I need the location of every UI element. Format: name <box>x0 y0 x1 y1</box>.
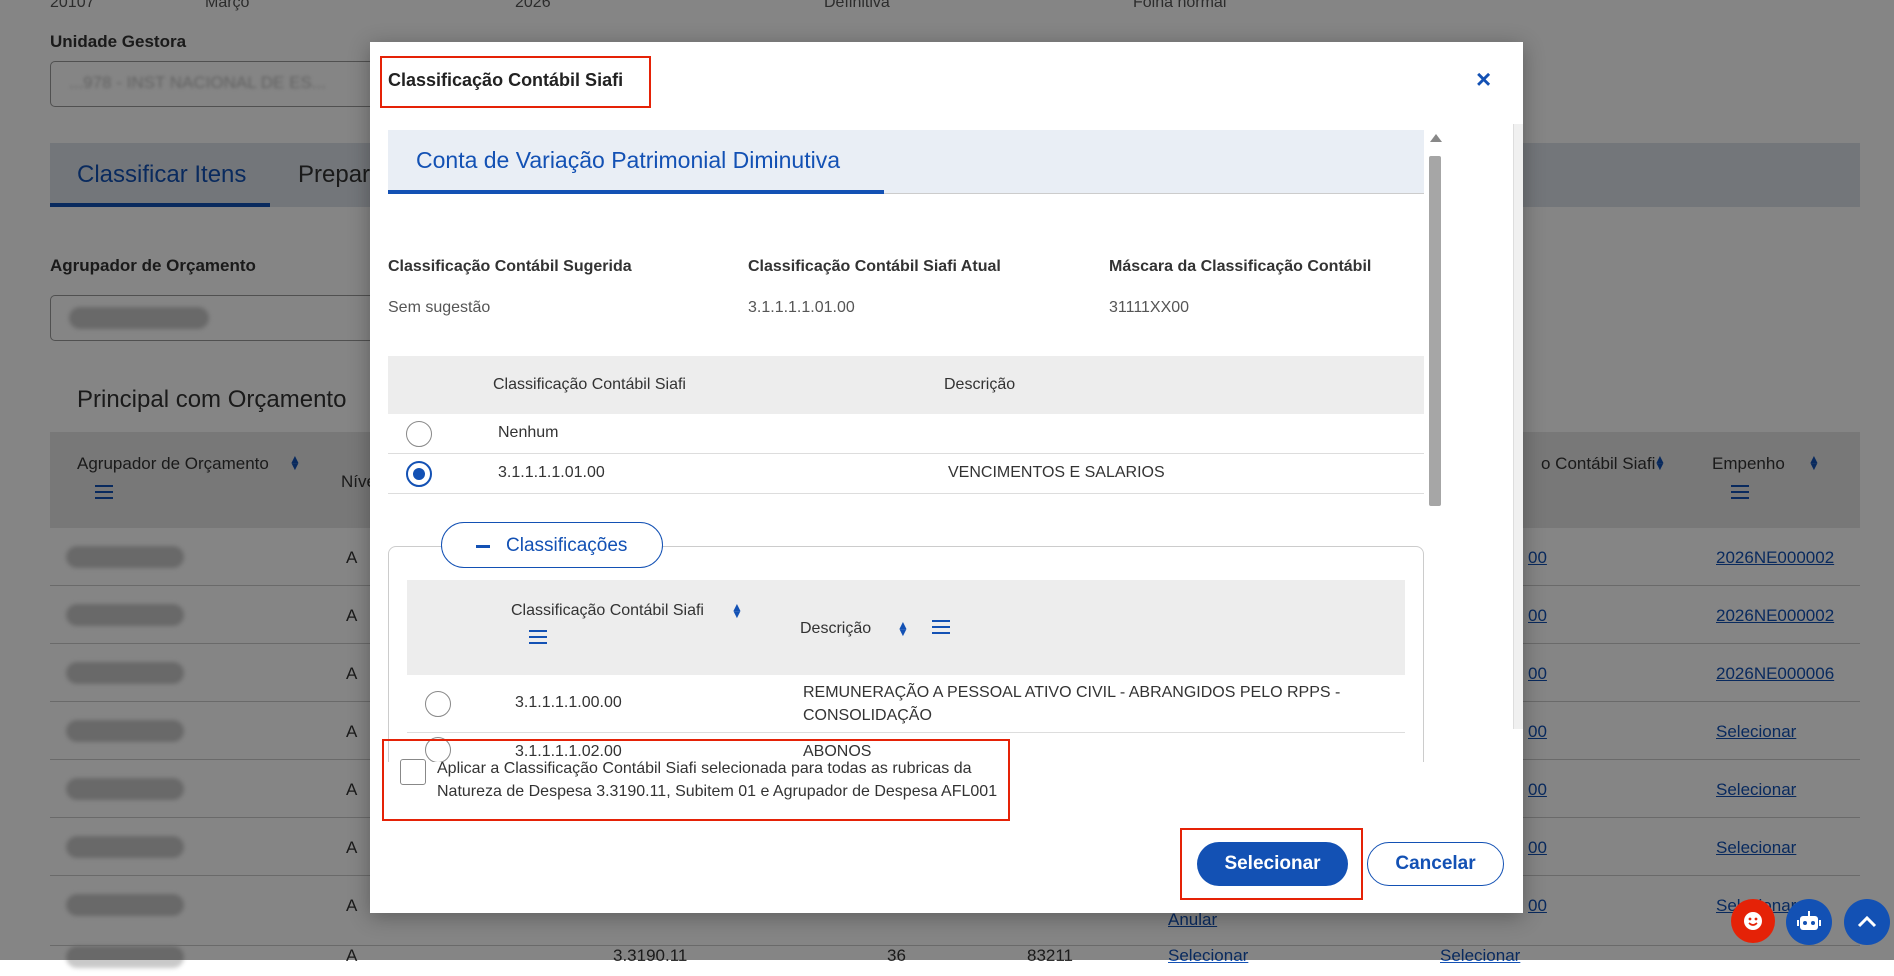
apply-all-checkbox[interactable] <box>400 759 426 785</box>
code-cell: 3.1.1.1.1.01.00 <box>498 464 605 481</box>
classificacao-table-header: Classificação Contábil Siafi Descrição <box>388 356 1424 414</box>
info-label-sugerida: Classificação Contábil Sugerida <box>388 258 632 275</box>
desc-cell: VENCIMENTOS E SALARIOS <box>948 464 1165 481</box>
modal-scroll-track <box>1513 124 1523 729</box>
code-cell: 3.1.1.1.1.00.00 <box>515 694 622 711</box>
smile-icon <box>1744 912 1762 930</box>
scrollbar[interactable] <box>1428 134 1442 758</box>
modal-title: Classificação Contábil Siafi <box>388 70 624 90</box>
cancelar-button[interactable]: Cancelar <box>1367 842 1504 886</box>
apply-all-label: Aplicar a Classificação Contábil Siafi s… <box>437 760 998 800</box>
tab-title: Conta de Variação Patrimonial Diminutiva <box>416 147 840 173</box>
desc-cell: REMUNERAÇÃO A PESSOAL ATIVO CIVIL - ABRA… <box>803 684 1341 724</box>
table-row[interactable]: 3.1.1.1.1.01.00 VENCIMENTOS E SALARIOS <box>388 454 1424 494</box>
code-cell: Nenhum <box>498 424 559 441</box>
info-label-atual: Classificação Contábil Siafi Atual <box>748 258 1001 275</box>
chevron-up-icon <box>1857 915 1877 928</box>
minus-icon <box>476 545 490 548</box>
classificacoes-label: Classificações <box>506 535 628 556</box>
col-descricao: Descrição <box>944 376 1016 393</box>
selecionar-button[interactable]: Selecionar <box>1197 842 1348 886</box>
classificacao-modal: Classificação Contábil Siafi × Conta de … <box>370 42 1523 913</box>
scroll-up-icon[interactable] <box>1430 134 1442 142</box>
filter-icon[interactable] <box>932 620 950 634</box>
info-value-atual: 3.1.1.1.1.01.00 <box>748 299 855 316</box>
radio-selected[interactable] <box>406 461 432 487</box>
table-row[interactable]: 3.1.1.1.1.00.00 REMUNERAÇÃO A PESSOAL AT… <box>407 675 1405 733</box>
tab-conta-variacao[interactable]: Conta de Variação Patrimonial Diminutiva <box>388 130 1424 194</box>
col-classificacao: Classificação Contábil Siafi <box>493 376 686 393</box>
info-value-sugerida: Sem sugestão <box>388 299 491 316</box>
feedback-button[interactable] <box>1731 899 1775 943</box>
classificacoes-toggle-button[interactable]: Classificações <box>441 522 663 568</box>
robot-icon <box>1797 911 1821 930</box>
tab-underline <box>388 190 884 194</box>
classificacoes-table-header: Classificação Contábil Siafi ▲ ▼ Descriçã… <box>407 580 1405 675</box>
info-value-mascara: 31111XX00 <box>1109 299 1190 316</box>
scroll-top-button[interactable] <box>1844 899 1890 945</box>
scroll-thumb[interactable] <box>1429 156 1441 506</box>
sort-icon[interactable]: ▲ ▼ <box>731 601 743 620</box>
close-icon[interactable]: × <box>1476 64 1491 95</box>
modal-content: Conta de Variação Patrimonial Diminutiva… <box>388 130 1424 762</box>
info-label-mascara: Máscara da Classificação Contábil <box>1109 258 1372 275</box>
col-classificacao: Classificação Contábil Siafi <box>511 602 704 619</box>
col-descricao: Descrição <box>800 620 872 637</box>
radio-nenhum[interactable] <box>406 421 432 447</box>
table-row[interactable]: Nenhum <box>388 414 1424 454</box>
radio-option[interactable] <box>425 691 451 717</box>
apply-all-option: Aplicar a Classificação Contábil Siafi s… <box>382 739 1008 819</box>
chatbot-button[interactable] <box>1786 899 1832 945</box>
filter-icon[interactable] <box>529 630 547 644</box>
sort-icon[interactable]: ▲ ▼ <box>897 619 909 638</box>
